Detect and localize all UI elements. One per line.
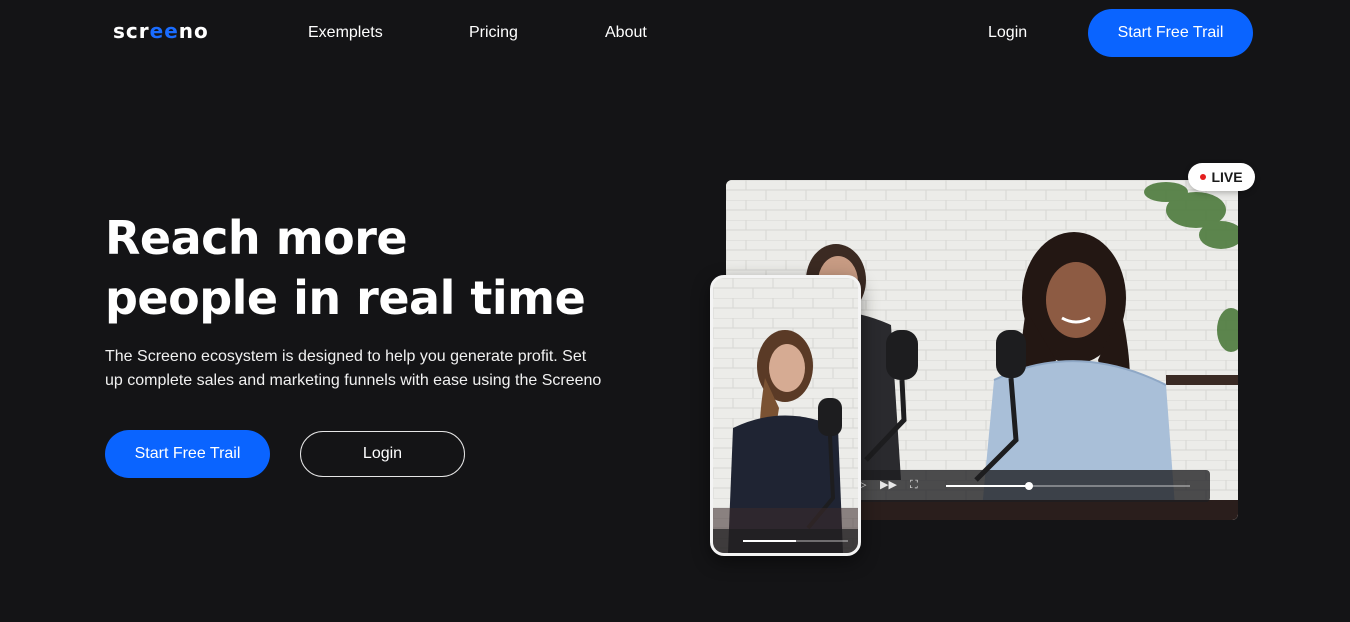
- phone-video-preview[interactable]: [710, 275, 861, 556]
- hero-title-line-2: people in real time: [105, 271, 586, 325]
- live-badge: LIVE: [1188, 163, 1255, 191]
- hero-title: Reach more people in real time: [105, 208, 625, 328]
- hero-description: The Screeno ecosystem is designed to hel…: [105, 348, 602, 389]
- hero-login-button[interactable]: Login: [300, 431, 465, 477]
- fast-forward-icon[interactable]: ▶▶: [880, 480, 897, 491]
- phone-progress-fill: [743, 540, 796, 542]
- hero-title-line-1: Reach more: [105, 211, 408, 265]
- video-progress-fill: [946, 485, 1029, 487]
- fullscreen-icon[interactable]: ⛶: [910, 480, 918, 491]
- logo-text-accent: ee: [149, 19, 179, 43]
- phone-scene-illustration: [713, 278, 858, 553]
- video-progress-track[interactable]: [946, 482, 1190, 490]
- nav-login-link[interactable]: Login: [988, 24, 1027, 42]
- nav-link-pricing[interactable]: Pricing: [469, 24, 518, 42]
- phone-control-bar: [713, 529, 858, 553]
- phone-progress-track[interactable]: [743, 540, 848, 542]
- hero-start-free-trail-button[interactable]: Start Free Trail: [105, 430, 270, 478]
- video-control-bar: ▷ ▶▶ ⛶: [856, 470, 1210, 502]
- live-label: LIVE: [1211, 169, 1243, 185]
- logo[interactable]: screeno: [113, 19, 209, 43]
- nav-link-about[interactable]: About: [605, 24, 647, 42]
- live-dot-icon: [1200, 174, 1207, 180]
- nav-link-exemplets[interactable]: Exemplets: [308, 24, 383, 42]
- logo-text-start: scr: [113, 19, 150, 43]
- nav-start-free-trail-button[interactable]: Start Free Trail: [1088, 9, 1253, 57]
- video-progress-knob[interactable]: [1024, 482, 1033, 490]
- logo-text-end: no: [178, 19, 209, 43]
